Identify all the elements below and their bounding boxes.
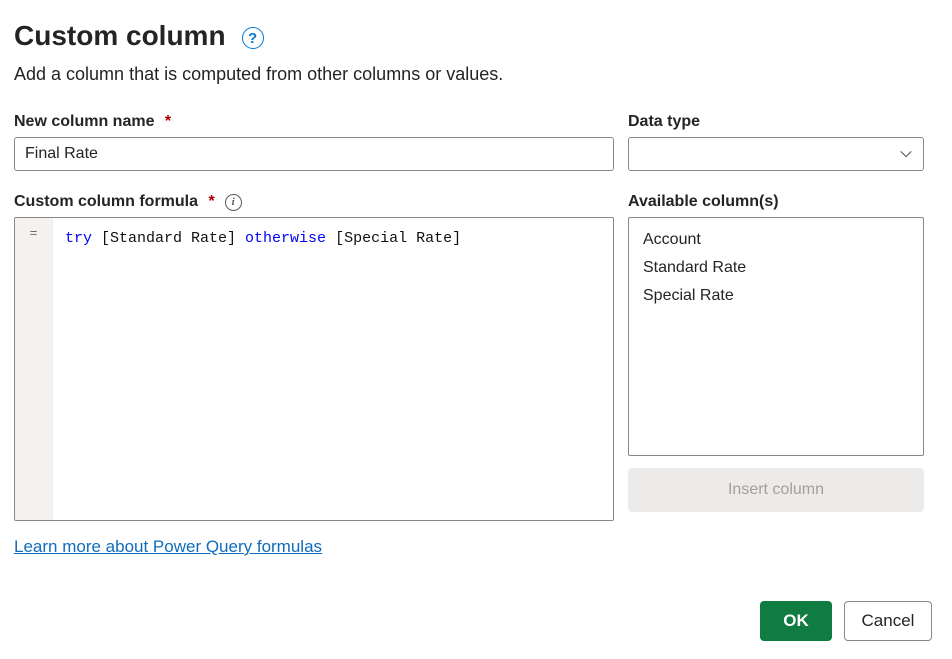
dialog-subtitle: Add a column that is computed from other… — [14, 64, 938, 85]
ok-button[interactable]: OK — [760, 601, 832, 641]
required-marker: * — [204, 193, 215, 211]
column-item[interactable]: Standard Rate — [629, 254, 923, 282]
formula-keyword: otherwise — [245, 230, 326, 247]
insert-column-button[interactable]: Insert column — [628, 468, 924, 512]
dialog-title: Custom column — [14, 20, 226, 52]
formula-editor[interactable]: = try [Standard Rate] otherwise [Special… — [14, 217, 614, 521]
learn-more-link[interactable]: Learn more about Power Query formulas — [14, 537, 322, 557]
formula-label: Custom column formula * i — [14, 193, 614, 211]
data-type-label: Data type — [628, 113, 924, 131]
new-column-name-input[interactable] — [14, 137, 614, 171]
chevron-down-icon — [899, 147, 913, 161]
formula-reference: [Standard Rate] — [92, 230, 245, 247]
available-columns-list[interactable]: AccountStandard RateSpecial Rate — [628, 217, 924, 456]
data-type-select[interactable] — [628, 137, 924, 171]
required-marker: * — [160, 113, 171, 131]
column-item[interactable]: Account — [629, 226, 923, 254]
cancel-button[interactable]: Cancel — [844, 601, 932, 641]
info-icon[interactable]: i — [225, 194, 242, 211]
formula-code[interactable]: try [Standard Rate] otherwise [Special R… — [53, 218, 613, 520]
formula-keyword: try — [65, 230, 92, 247]
new-column-name-label: New column name * — [14, 113, 614, 131]
column-item[interactable]: Special Rate — [629, 282, 923, 310]
available-columns-label: Available column(s) — [628, 193, 924, 211]
help-icon[interactable]: ? — [242, 27, 264, 49]
formula-gutter: = — [15, 218, 53, 520]
formula-reference: [Special Rate] — [326, 230, 461, 247]
